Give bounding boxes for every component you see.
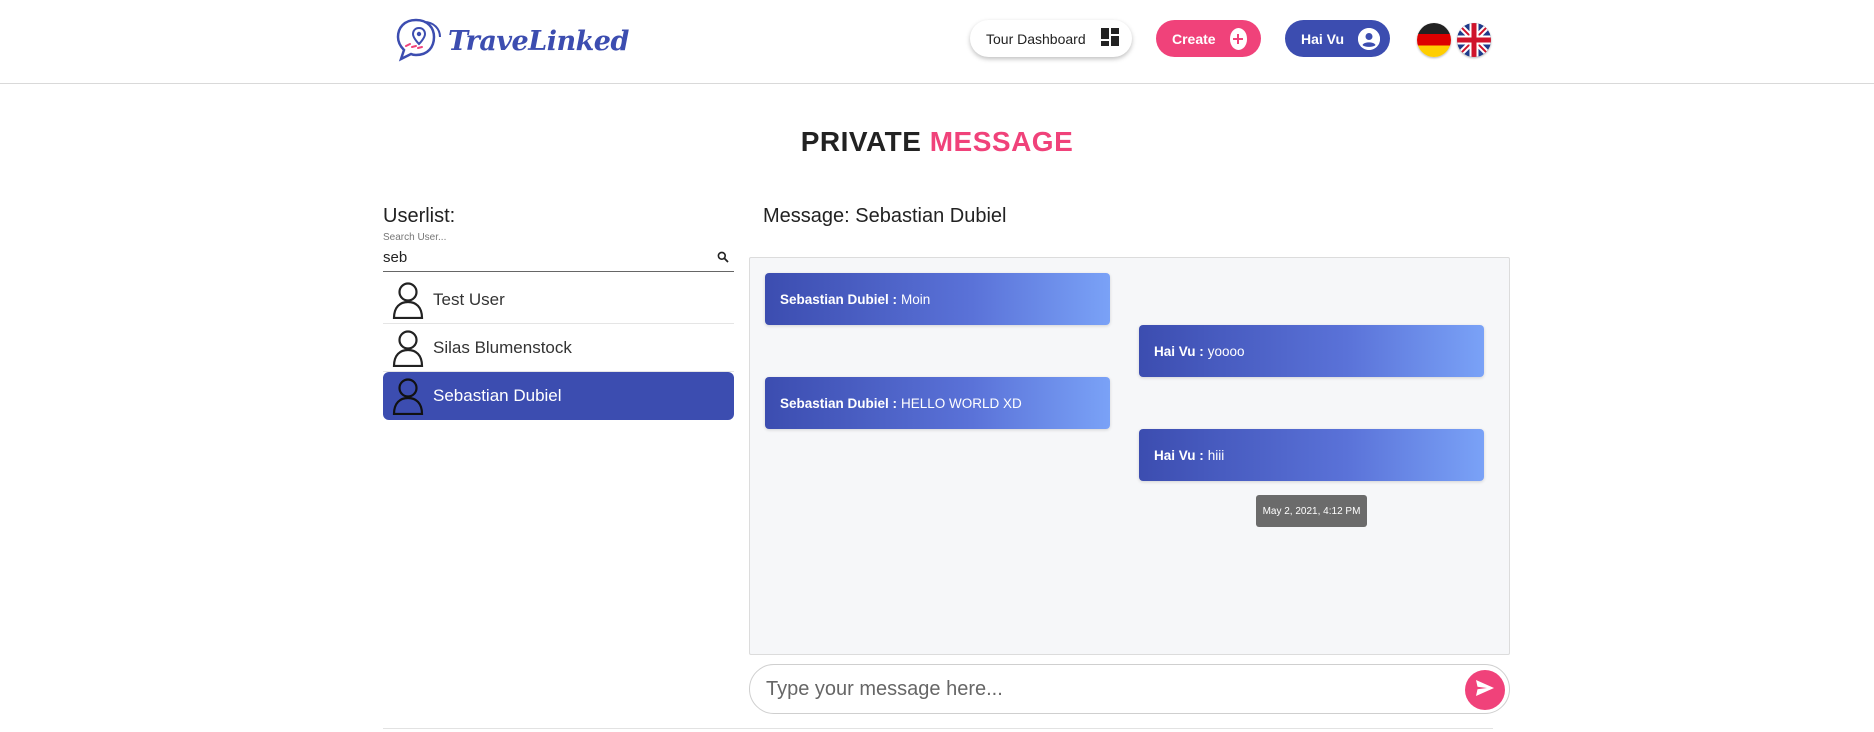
message-bubble-received[interactable]: Sebastian Dubiel : Moin — [765, 273, 1110, 325]
message-text: hiii — [1207, 447, 1225, 463]
tour-dashboard-button[interactable]: Tour Dashboard — [970, 20, 1132, 57]
user-menu-button[interactable]: Hai Vu — [1285, 20, 1390, 57]
user-item-sebastian-dubiel[interactable]: Sebastian Dubiel — [383, 372, 734, 420]
chat-heading: Message: Sebastian Dubiel — [763, 205, 1007, 227]
message-input[interactable] — [766, 675, 1426, 703]
search-user-input[interactable] — [383, 246, 693, 268]
message-sender: Sebastian Dubiel : — [780, 395, 898, 411]
brand-name: TraveLinked — [448, 26, 629, 57]
user-menu-label: Hai Vu — [1301, 30, 1345, 47]
message-timestamp-tooltip: May 2, 2021, 4:12 PM — [1256, 495, 1367, 527]
user-avatar-icon — [391, 377, 425, 415]
bottom-divider — [383, 728, 1493, 729]
message-sender: Hai Vu : — [1154, 447, 1204, 463]
user-avatar-icon — [391, 281, 425, 319]
tour-dashboard-label: Tour Dashboard — [986, 30, 1086, 47]
dashboard-grid-icon — [1100, 27, 1120, 50]
create-button[interactable]: Create — [1156, 20, 1261, 57]
top-navbar: TraveLinked Tour Dashboard Create Hai Vu — [0, 0, 1874, 84]
send-button[interactable] — [1465, 670, 1505, 710]
message-list[interactable]: Sebastian Dubiel : Moin Hai Vu : yoooo S… — [749, 257, 1510, 655]
account-circle-icon — [1358, 27, 1381, 50]
logo-chat-pin-icon — [394, 16, 444, 67]
search-user-field — [383, 246, 734, 272]
user-item-silas-blumenstock[interactable]: Silas Blumenstock — [383, 324, 734, 372]
message-bubble-sent[interactable]: Hai Vu : yoooo — [1139, 325, 1484, 377]
message-bubble-received[interactable]: Sebastian Dubiel : HELLO WORLD XD — [765, 377, 1110, 429]
message-sender: Sebastian Dubiel : — [780, 291, 898, 307]
message-bubble-sent[interactable]: Hai Vu : hiii — [1139, 429, 1484, 481]
search-user-label: Search User... — [383, 232, 447, 243]
page-title: PRIVATE MESSAGE — [0, 126, 1874, 158]
message-sender: Hai Vu : — [1154, 343, 1204, 359]
german-flag-icon[interactable] — [1417, 23, 1451, 57]
user-item-test-user[interactable]: Test User — [383, 276, 734, 324]
user-avatar-icon — [391, 329, 425, 367]
user-name: Silas Blumenstock — [433, 337, 572, 357]
send-icon — [1474, 677, 1496, 704]
page-title-part2: MESSAGE — [929, 126, 1074, 157]
plus-icon — [1229, 27, 1247, 50]
brand-logo[interactable]: TraveLinked — [394, 16, 629, 67]
message-text: yoooo — [1207, 343, 1245, 359]
create-label: Create — [1172, 30, 1216, 47]
user-name: Sebastian Dubiel — [433, 386, 562, 405]
uk-flag-icon[interactable] — [1457, 23, 1491, 57]
message-text: HELLO WORLD XD — [901, 395, 1022, 411]
user-list: Test User Silas Blumenstock Sebastian Du… — [383, 276, 734, 420]
page-title-part1: PRIVATE — [800, 126, 922, 157]
message-text: Moin — [901, 291, 931, 307]
message-composer — [749, 664, 1510, 714]
userlist-heading: Userlist: — [383, 205, 456, 227]
search-icon[interactable] — [717, 250, 729, 268]
user-name: Test User — [433, 289, 505, 309]
